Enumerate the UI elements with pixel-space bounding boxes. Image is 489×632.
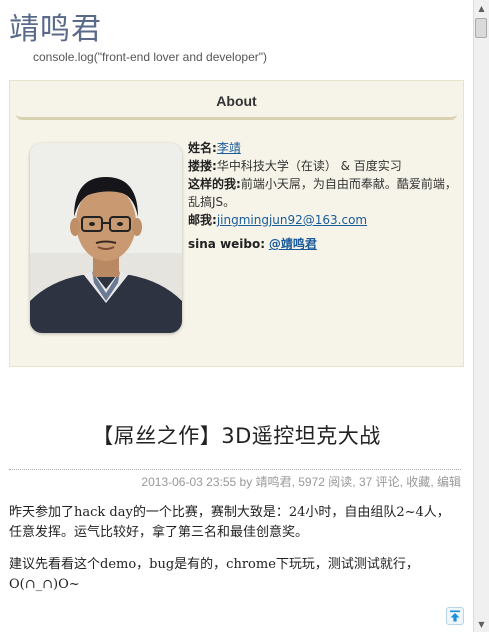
name-label: 姓名: (188, 141, 217, 155)
about-panel: About 姓名:李靖 搂搂:华中科技大学（在读） & 百度实习 这样的我:前端… (9, 80, 464, 367)
back-to-top-button[interactable] (446, 607, 464, 625)
about-heading: About (16, 87, 457, 120)
post-separator (9, 469, 461, 470)
scroll-down-arrow-icon[interactable]: ▼ (474, 616, 489, 632)
profile-photo (30, 143, 182, 333)
post-comments-link[interactable]: 37 评论 (359, 475, 400, 489)
post-paragraph-1: 昨天参加了hack day的一个比赛，赛制大致是：24小时，自由组队2~4人，任… (9, 505, 450, 540)
weibo-link[interactable]: @靖鸣君 (269, 237, 317, 251)
arrow-up-to-top-icon (450, 610, 460, 622)
post-title[interactable]: 【屌丝之作】3D遥控坦克大战 (0, 420, 473, 450)
post-favorite-link[interactable]: 收藏 (406, 475, 430, 489)
school-value: 华中科技大学（在读） & 百度实习 (216, 159, 402, 173)
scroll-up-arrow-icon[interactable]: ▲ (474, 0, 489, 16)
weibo-label: sina weibo: (188, 237, 266, 251)
info-school-row: 搂搂:华中科技大学（在读） & 百度实习 (188, 157, 458, 175)
email-link[interactable]: jingmingjun92@163.com (217, 213, 367, 227)
site-title[interactable]: 靖鸣君 (9, 10, 102, 50)
info-self-row: 这样的我:前端小天屌，为自由而奉献。酷爱前端，乱搞JS。 (188, 175, 458, 211)
scrollbar-thumb[interactable] (475, 18, 487, 38)
post-paragraph-2: 建议先看看这个demo，bug是有的，chrome下玩玩，测试测试就行，O(∩_… (9, 557, 419, 592)
email-label: 邮我: (188, 213, 217, 227)
post-meta: 2013-06-03 23:55 by 靖鸣君, 5972 阅读, 37 评论,… (141, 475, 461, 489)
site-subtitle: console.log("front-end lover and develop… (33, 50, 267, 64)
info-name-row: 姓名:李靖 (188, 139, 458, 157)
post-by: by (239, 475, 253, 489)
post-body: 昨天参加了hack day的一个比赛，赛制大致是：24小时，自由组队2~4人，任… (9, 503, 461, 607)
post-author-link[interactable]: 靖鸣君 (256, 475, 292, 489)
post-edit-link[interactable]: 编辑 (437, 475, 461, 489)
info-email-row: 邮我:jingmingjun92@163.com (188, 211, 458, 229)
profile-photo-image (30, 143, 182, 333)
post-date: 2013-06-03 23:55 (141, 475, 237, 489)
vertical-scrollbar[interactable]: ▲ ▼ (473, 0, 489, 632)
post-reads: 5972 阅读 (298, 475, 353, 489)
name-link[interactable]: 李靖 (217, 141, 241, 155)
about-info: 姓名:李靖 搂搂:华中科技大学（在读） & 百度实习 这样的我:前端小天屌，为自… (188, 139, 458, 253)
info-weibo-row: sina weibo: @靖鸣君 (188, 235, 458, 253)
school-label: 搂搂: (188, 159, 217, 173)
self-label: 这样的我: (188, 177, 241, 191)
page: 靖鸣君 console.log("front-end lover and dev… (0, 0, 473, 632)
